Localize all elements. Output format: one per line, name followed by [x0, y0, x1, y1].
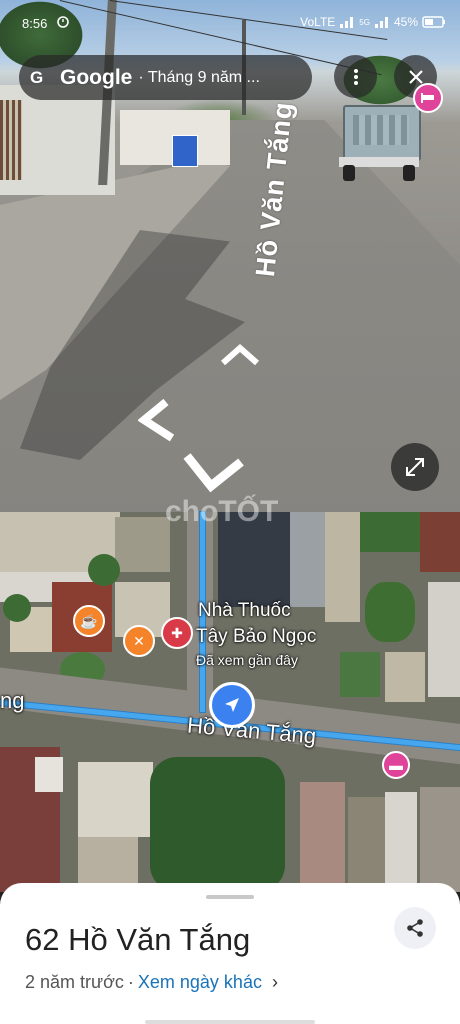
google-g-icon: G [30, 67, 44, 87]
place-bottom-sheet[interactable]: 62 Hồ Văn Tắng 2 năm trước · Xem ngày kh… [0, 883, 460, 1024]
tree-canopy [150, 757, 285, 892]
tree-canopy [340, 652, 380, 697]
expand-icon [406, 458, 424, 476]
move-forward-arrow-icon[interactable] [220, 343, 260, 367]
street-label-left: ng [0, 688, 25, 713]
capture-age: 2 năm trước [25, 972, 124, 992]
direction-arrow-icon [225, 698, 239, 712]
tree-canopy [365, 582, 415, 642]
poi-name-line1[interactable]: Nhà Thuốc [198, 600, 291, 622]
building-roof [115, 517, 170, 572]
building-roof [420, 512, 460, 572]
capture-date-label: · Tháng 9 năm ... [138, 68, 260, 86]
building-roof [385, 792, 417, 892]
capture-meta: 2 năm trước · Xem ngày khác › [25, 972, 278, 993]
building-roof [78, 762, 153, 837]
coffee-icon[interactable]: ☕ [73, 605, 105, 637]
building-roof [420, 787, 460, 892]
more-options-button[interactable] [334, 55, 377, 98]
tree-canopy [3, 594, 31, 622]
close-icon [408, 69, 423, 84]
roadside-sign [172, 135, 198, 167]
pharmacy-icon[interactable]: ✚ [161, 617, 193, 649]
tree-canopy [360, 512, 420, 552]
building-roof [300, 782, 345, 892]
building-roof [35, 757, 63, 792]
drag-handle[interactable] [206, 895, 254, 899]
building-roof [385, 652, 425, 702]
signal-icon [340, 17, 354, 28]
hotel-icon[interactable] [413, 83, 443, 113]
restaurant-icon[interactable]: ✕ [123, 625, 155, 657]
status-time: 8:56 [22, 16, 48, 31]
move-left-arrow-icon[interactable] [138, 398, 178, 444]
building-roof [428, 582, 460, 697]
building-roof [348, 797, 386, 892]
building-roof [325, 512, 360, 622]
alarm-icon [56, 14, 70, 31]
street-view-header[interactable]: G Google · Tháng 9 năm ... [19, 55, 312, 100]
share-button[interactable] [394, 907, 436, 949]
tree-canopy [88, 554, 120, 586]
street-view-image[interactable]: Hồ Văn Tắng 8:56 VoLTE 5G 45% G Google ·… [0, 0, 460, 512]
poi-name-line2[interactable]: Tây Bảo Ngọc [196, 626, 316, 648]
place-address: 62 Hồ Văn Tắng [25, 922, 251, 957]
hotel-icon[interactable]: ▬ [382, 751, 410, 779]
current-position-marker[interactable] [209, 682, 255, 728]
building-roof [290, 512, 325, 607]
battery-percent: 45% [393, 15, 418, 29]
battery-icon [422, 16, 445, 28]
watermark: choTỐT [165, 495, 279, 528]
poi-recent-note: Đã xem gần đây [196, 652, 298, 668]
meta-separator: · [127, 972, 134, 992]
home-indicator [145, 1020, 315, 1024]
status-bar: 8:56 VoLTE 5G 45% [0, 0, 460, 44]
expand-button[interactable] [391, 443, 439, 491]
house-gate [0, 100, 22, 180]
share-icon [407, 919, 423, 937]
more-vert-icon [353, 68, 358, 85]
brand-label: Google [60, 65, 133, 89]
chevron-right-icon[interactable]: › [272, 972, 278, 993]
signal-5g-label: 5G [359, 17, 370, 27]
move-back-arrow-icon[interactable] [183, 448, 245, 494]
signal-icon-2 [374, 17, 388, 28]
truck [333, 105, 421, 183]
network-type: VoLTE [300, 15, 336, 29]
other-dates-link[interactable]: Xem ngày khác [138, 972, 262, 993]
